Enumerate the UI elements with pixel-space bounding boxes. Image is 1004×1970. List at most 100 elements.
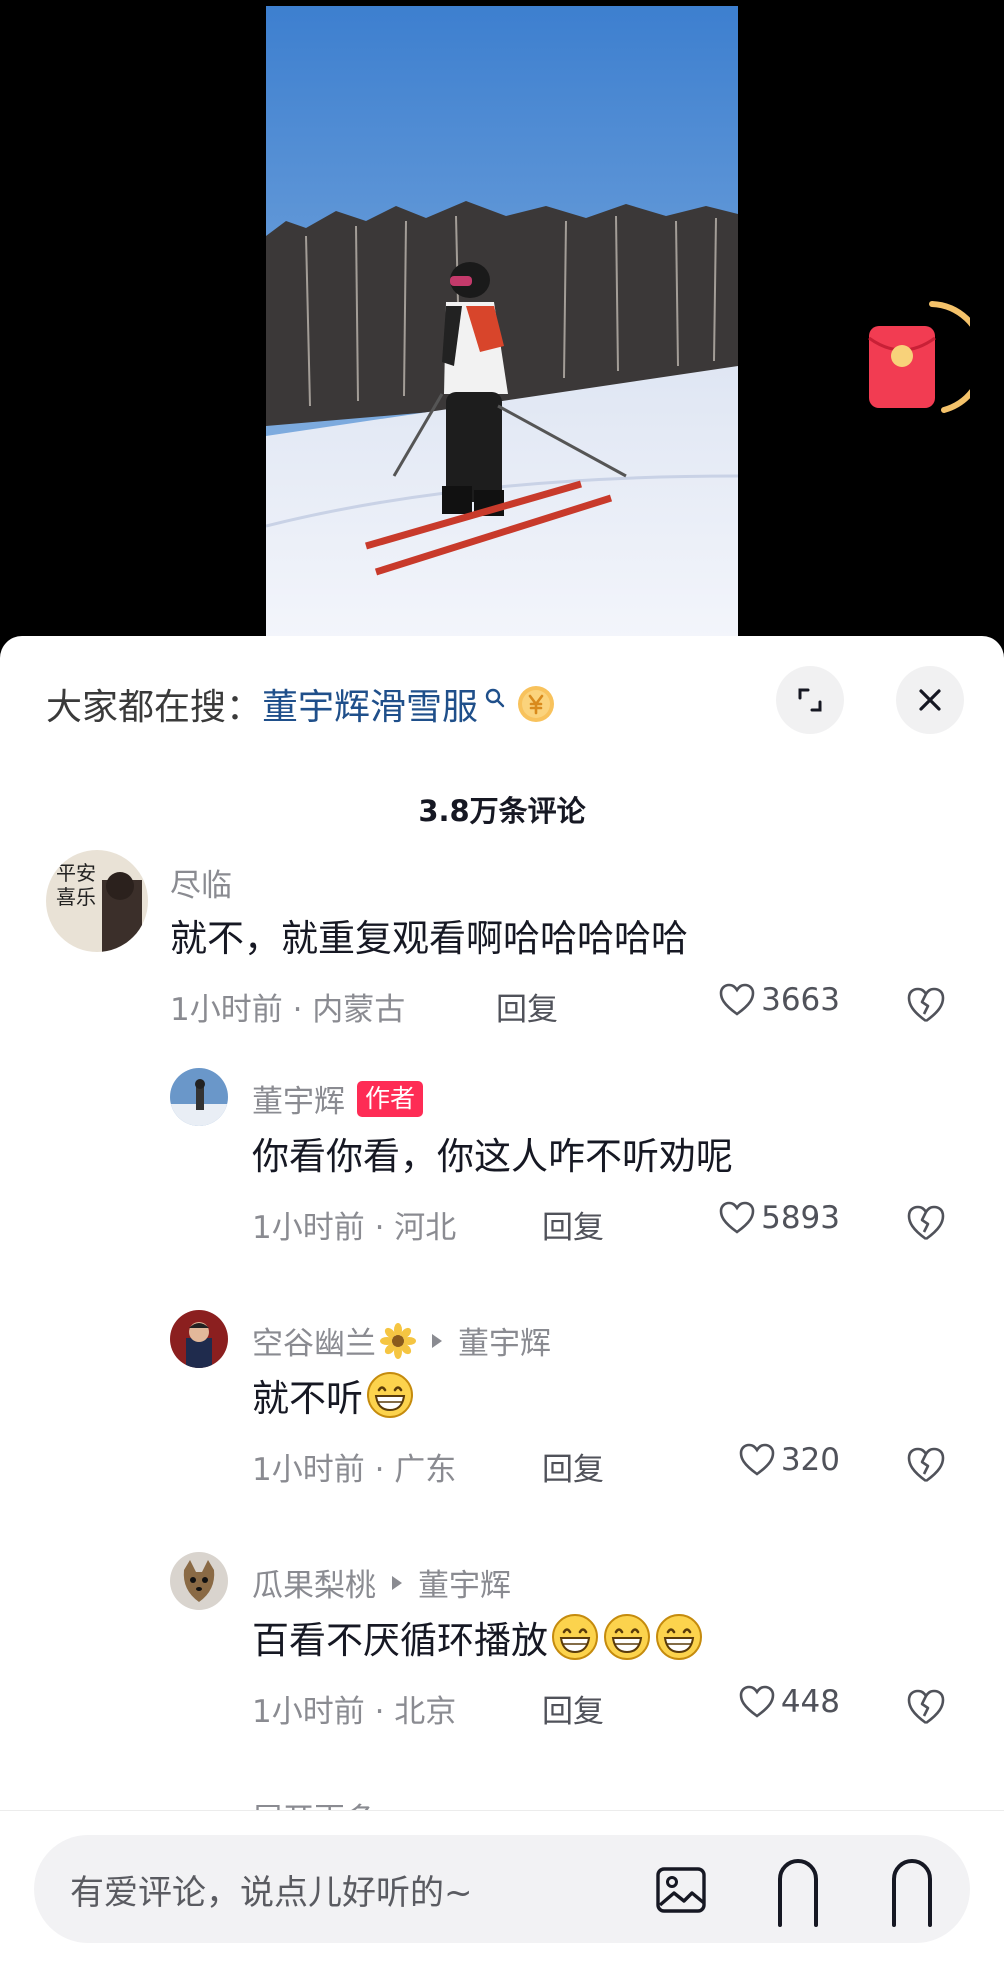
broken-heart-icon — [907, 987, 945, 1023]
comment-text: 百看不厌循环播放 — [252, 1610, 704, 1664]
sunflower-icon — [380, 1322, 416, 1359]
broken-heart-icon — [907, 1205, 945, 1241]
comment-author[interactable]: 尽临 — [170, 860, 232, 905]
like-count: 3663 — [761, 982, 840, 1018]
comment-time: 1小时前 — [170, 992, 283, 1028]
image-icon — [656, 1867, 706, 1913]
image-button[interactable] — [654, 1863, 708, 1917]
avatar-image — [170, 1552, 228, 1610]
author-name: 尽临 — [170, 868, 232, 904]
comment-location: 河北 — [394, 1210, 457, 1246]
comment-meta: 1小时前 · 内蒙古 — [170, 984, 405, 1029]
comment-item: 空谷幽兰 董宇辉 就不听 1小时前 · 广东 回复 320 — [0, 1308, 1004, 1508]
dislike-button[interactable] — [906, 986, 946, 1024]
dislike-button[interactable] — [906, 1204, 946, 1242]
like-button[interactable]: 3663 — [680, 982, 840, 1018]
comment-time: 1小时前 — [252, 1694, 365, 1730]
red-packet-icon — [868, 301, 970, 413]
like-button[interactable]: 5893 — [680, 1200, 840, 1236]
grin-emoji-icon — [604, 1614, 650, 1660]
avatar[interactable] — [170, 1552, 228, 1610]
reply-to-name[interactable]: 董宇辉 — [418, 1560, 511, 1605]
emoji-button[interactable] — [886, 1855, 938, 1927]
hot-search-bar[interactable]: 大家都在搜： 董宇辉滑雪服 — [46, 676, 556, 732]
author-badge: 作者 — [357, 1080, 424, 1117]
avatar-image — [170, 1310, 228, 1368]
like-count: 5893 — [761, 1200, 840, 1236]
avatar[interactable] — [170, 1068, 228, 1126]
at-icon — [778, 1859, 818, 1927]
comment-item: 瓜果梨桃 董宇辉 百看不厌循环播放 1小时前 · 北京 回复 448 — [0, 1550, 1004, 1750]
comment-location: 广东 — [394, 1452, 457, 1488]
grin-emoji-icon — [656, 1614, 702, 1660]
author-name: 空谷幽兰 — [252, 1326, 376, 1362]
expand-button[interactable] — [776, 666, 844, 734]
comment-body: 百看不厌循环播放 — [252, 1619, 548, 1662]
comment-time: 1小时前 — [252, 1210, 365, 1246]
comment-item: 平安 喜乐 尽临 就不，就重复观看啊哈哈哈哈哈 1小时前 · 内蒙古 回复 36… — [0, 848, 1004, 1048]
red-packet-button[interactable] — [866, 298, 970, 420]
comment-placeholder: 有爱评论，说点儿好听的~ — [70, 1873, 473, 1913]
grin-emoji-icon — [367, 1372, 413, 1418]
comment-location: 北京 — [394, 1694, 457, 1730]
comment-text: 就不听 — [252, 1368, 415, 1422]
avatar-calligraphy: 平安 — [56, 861, 96, 885]
reply-button[interactable]: 回复 — [542, 1444, 604, 1489]
meta-separator: · — [364, 1210, 395, 1246]
broken-heart-icon — [907, 1689, 945, 1725]
search-label: 大家都在搜： — [46, 687, 263, 728]
meta-separator: · — [364, 1452, 395, 1488]
comment-body: 你看你看，你这人咋不听劝呢 — [252, 1135, 733, 1178]
comment-input[interactable]: 有爱评论，说点儿好听的~ — [34, 1835, 970, 1943]
comment-count: 3.8万条评论 — [418, 794, 586, 828]
like-button[interactable]: 448 — [680, 1684, 840, 1720]
comment-text: 就不，就重复观看啊哈哈哈哈哈 — [170, 908, 688, 962]
reply-button[interactable]: 回复 — [542, 1202, 604, 1247]
emoji-icon — [892, 1859, 932, 1927]
close-button[interactable] — [896, 666, 964, 734]
comment-item: 董宇辉 作者 你看你看，你这人咋不听劝呢 1小时前 · 河北 回复 5893 — [0, 1066, 1004, 1266]
avatar-image: 平安 喜乐 — [46, 850, 148, 952]
avatar[interactable]: 平安 喜乐 — [46, 850, 148, 952]
comment-author[interactable]: 瓜果梨桃 董宇辉 — [252, 1560, 511, 1605]
comment-meta: 1小时前 · 广东 — [252, 1444, 456, 1489]
comment-input-bar: 有爱评论，说点儿好听的~ — [0, 1810, 1004, 1970]
avatar-image — [170, 1068, 228, 1126]
svg-text:喜乐: 喜乐 — [56, 885, 96, 909]
comment-time: 1小时前 — [252, 1452, 365, 1488]
comment-body: 就不听 — [252, 1377, 363, 1420]
avatar[interactable] — [170, 1310, 228, 1368]
reply-button[interactable]: 回复 — [542, 1686, 604, 1731]
close-icon — [919, 689, 941, 711]
comment-meta: 1小时前 · 北京 — [252, 1686, 456, 1731]
heart-icon — [739, 1443, 775, 1476]
reply-to-arrow-icon — [392, 1575, 402, 1590]
comment-text: 你看你看，你这人咋不听劝呢 — [252, 1126, 733, 1180]
heart-icon — [739, 1685, 775, 1718]
author-name: 瓜果梨桃 — [252, 1568, 376, 1604]
reply-button[interactable]: 回复 — [496, 984, 558, 1029]
broken-heart-icon — [907, 1447, 945, 1483]
comment-sheet: 大家都在搜： 董宇辉滑雪服 3.8万条评论 平安 喜乐 尽临 就不，就重复观看啊… — [0, 636, 1004, 1970]
comment-meta: 1小时前 · 河北 — [252, 1202, 456, 1247]
ski-video-frame — [266, 6, 738, 638]
grin-emoji-icon — [552, 1614, 598, 1660]
comment-body: 就不，就重复观看啊哈哈哈哈哈 — [170, 917, 688, 960]
like-count: 448 — [780, 1684, 840, 1720]
heart-icon — [719, 1201, 755, 1234]
meta-separator: · — [364, 1694, 395, 1730]
video-player[interactable] — [266, 6, 738, 638]
search-icon — [485, 688, 505, 708]
expand-icon — [798, 688, 822, 712]
dislike-button[interactable] — [906, 1446, 946, 1484]
like-button[interactable]: 320 — [680, 1442, 840, 1478]
reply-to-name[interactable]: 董宇辉 — [458, 1318, 551, 1363]
comment-author[interactable]: 董宇辉 作者 — [252, 1076, 424, 1121]
mention-button[interactable] — [772, 1855, 824, 1927]
meta-separator: · — [282, 992, 313, 1028]
coin-icon — [518, 686, 555, 722]
comment-author[interactable]: 空谷幽兰 董宇辉 — [252, 1318, 551, 1363]
search-term-link[interactable]: 董宇辉滑雪服 — [262, 678, 478, 730]
dislike-button[interactable] — [906, 1688, 946, 1726]
comment-location: 内蒙古 — [312, 992, 406, 1028]
